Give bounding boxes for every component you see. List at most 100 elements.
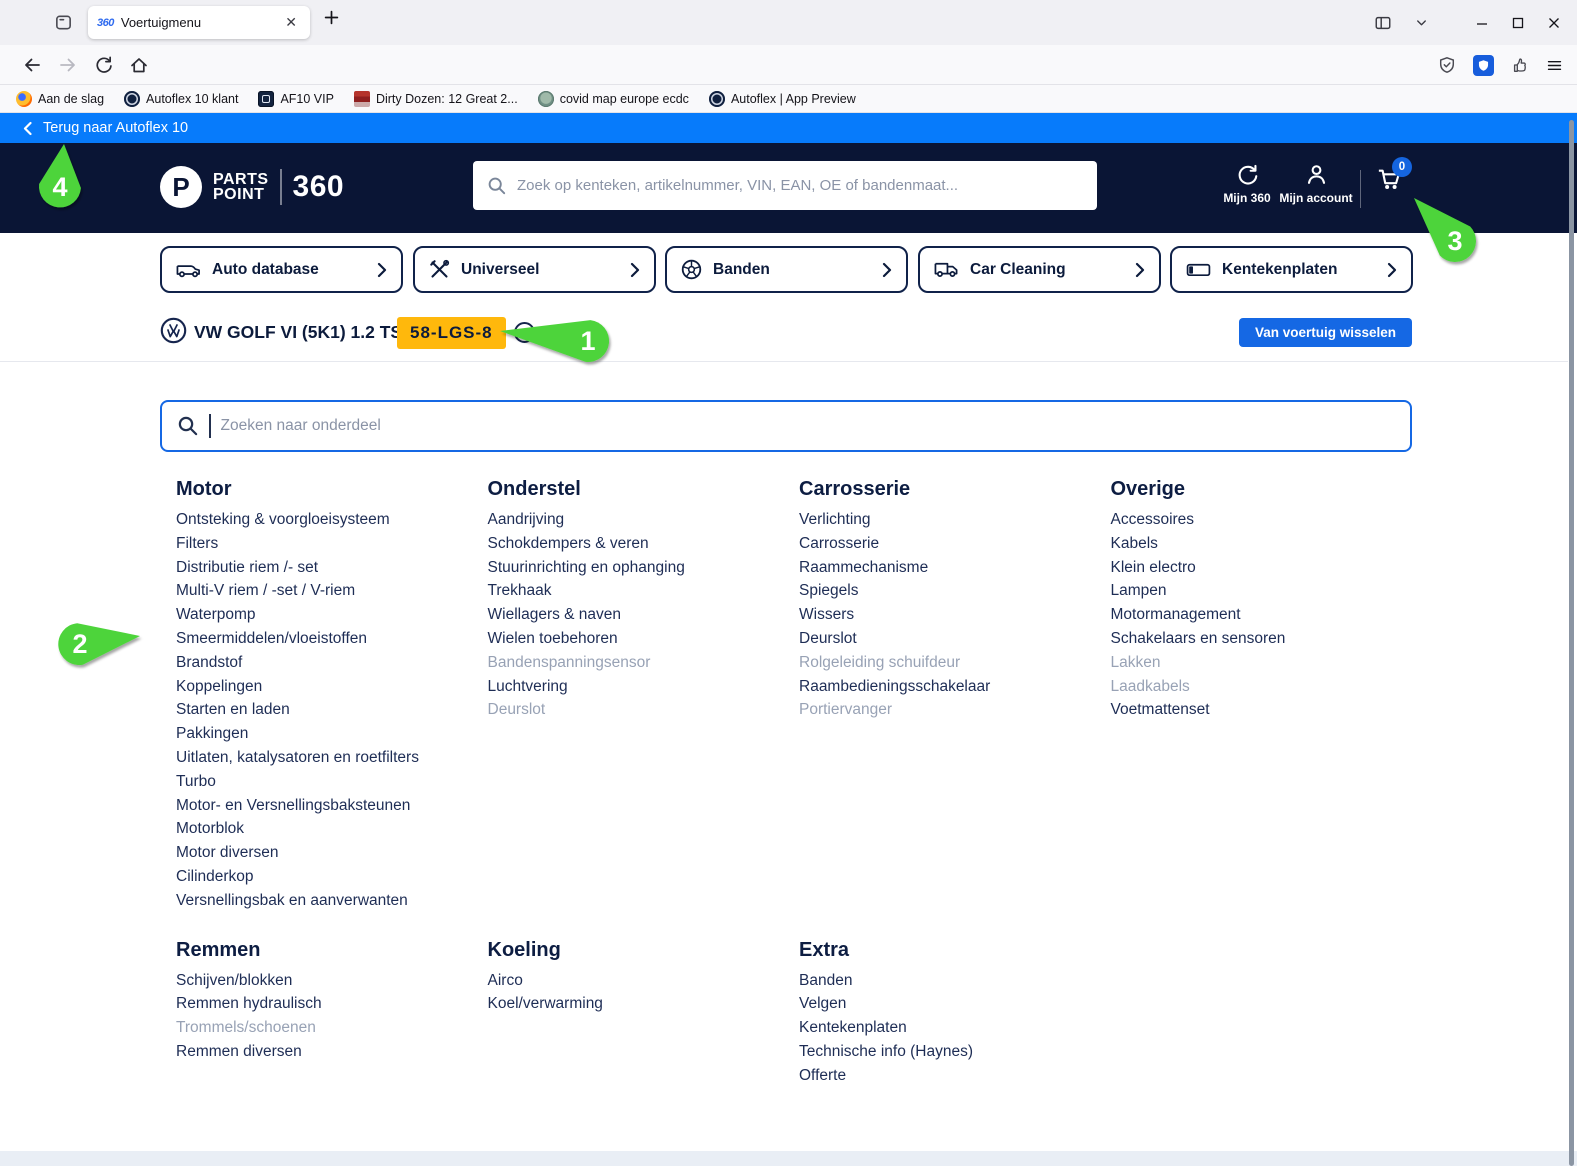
category-item[interactable]: Brandstof (176, 651, 488, 675)
category-item[interactable]: Motor- en Versnellingsbaksteunen (176, 794, 488, 818)
nav-banden-button[interactable]: Banden (665, 246, 908, 293)
vehicle-info-row: VW GOLF VI (5K1) 1.2 TSI 58-LGS-8 Van vo… (160, 317, 1417, 351)
category-item[interactable]: Luchtvering (488, 675, 800, 699)
category-item[interactable]: Pakkingen (176, 722, 488, 746)
category-item[interactable]: Carrosserie (799, 532, 1111, 556)
category-section: OverigeAccessoiresKabelsKlein electroLam… (1111, 478, 1423, 722)
category-item[interactable]: Versnellingsbak en aanverwanten (176, 889, 488, 913)
info-icon[interactable] (514, 322, 535, 343)
category-item[interactable]: Starten en laden (176, 698, 488, 722)
category-item[interactable]: Koppelingen (176, 675, 488, 699)
bookmark-dirty-dozen[interactable]: Dirty Dozen: 12 Great 2... (354, 91, 518, 107)
nav-car-cleaning-button[interactable]: Car Cleaning (918, 246, 1161, 293)
category-title: Carrosserie (799, 478, 1111, 501)
menu-hamburger-icon[interactable] (1546, 57, 1563, 74)
tab-close-icon[interactable]: ✕ (281, 12, 301, 33)
switch-vehicle-button[interactable]: Van voertuig wisselen (1239, 318, 1412, 347)
nav-kentekenplaten-button[interactable]: Kentekenplaten (1170, 246, 1413, 293)
category-item[interactable]: Voetmattenset (1111, 698, 1423, 722)
mijn-account-button[interactable]: Mijn account (1278, 163, 1354, 205)
back-button[interactable] (22, 55, 42, 75)
nav-auto-database-button[interactable]: Auto database (160, 246, 403, 293)
category-item[interactable]: Deurslot (799, 627, 1111, 651)
category-item[interactable]: Airco (488, 969, 800, 993)
category-item[interactable]: Raammechanisme (799, 556, 1111, 580)
forward-button (58, 55, 78, 75)
list-tabs-chevron-icon[interactable] (1414, 15, 1429, 30)
category-item[interactable]: Smeermiddelen/vloeistoffen (176, 627, 488, 651)
category-item[interactable]: Motormanagement (1111, 603, 1423, 627)
category-item[interactable]: Remmen diversen (176, 1040, 488, 1064)
category-item[interactable]: Distributie riem /- set (176, 556, 488, 580)
sidebar-icon[interactable] (1374, 14, 1392, 32)
back-to-autoflex-banner[interactable]: Terug naar Autoflex 10 (0, 113, 1577, 143)
permissions-shield-icon[interactable] (1438, 56, 1456, 74)
category-item[interactable]: Schakelaars en sensoren (1111, 627, 1423, 651)
category-item[interactable]: Schijven/blokken (176, 969, 488, 993)
bookmarks-bar: Aan de slag Autoflex 10 klant AF10 VIP D… (0, 85, 1577, 113)
mijn-360-button[interactable]: Mijn 360 (1209, 163, 1285, 205)
partspoint-logo[interactable]: P PARTSPOINT 360 (160, 166, 344, 208)
bookmark-covid-map[interactable]: covid map europe ecdc (538, 91, 689, 107)
nav-universeel-button[interactable]: Universeel (413, 246, 656, 293)
category-item[interactable]: Remmen hydraulisch (176, 992, 488, 1016)
reload-icon[interactable] (94, 55, 113, 74)
category-item[interactable]: Accessoires (1111, 508, 1423, 532)
category-item[interactable]: Trekhaak (488, 579, 800, 603)
category-item[interactable]: Wielen toebehoren (488, 627, 800, 651)
category-item[interactable]: Multi-V riem / -set / V-riem (176, 579, 488, 603)
category-item[interactable]: Koel/verwarming (488, 992, 800, 1016)
window-close-button[interactable] (1547, 16, 1561, 30)
extension-icon[interactable] (1511, 56, 1529, 74)
category-item[interactable]: Verlichting (799, 508, 1111, 532)
window-minimize-button[interactable] (1475, 16, 1489, 30)
category-item[interactable]: Lampen (1111, 579, 1423, 603)
category-item[interactable]: Aandrijving (488, 508, 800, 532)
category-item[interactable]: Spiegels (799, 579, 1111, 603)
category-section: MotorOntsteking & voorgloeisysteemFilter… (176, 478, 488, 913)
window-maximize-button[interactable] (1511, 16, 1525, 30)
category-item[interactable]: Kentekenplaten (799, 1016, 1111, 1040)
category-item[interactable]: Kabels (1111, 532, 1423, 556)
category-item[interactable]: Raambedieningsschakelaar (799, 675, 1111, 699)
category-item[interactable]: Cilinderkop (176, 865, 488, 889)
back-banner-label: Terug naar Autoflex 10 (43, 120, 188, 136)
vehicle-search-bar[interactable] (473, 161, 1097, 210)
category-item[interactable]: Filters (176, 532, 488, 556)
category-item[interactable]: Technische info (Haynes) (799, 1040, 1111, 1064)
category-item[interactable]: Stuurinrichting en ophanging (488, 556, 800, 580)
category-item[interactable]: Motor diversen (176, 841, 488, 865)
category-item: Rolgeleiding schuifdeur (799, 651, 1111, 675)
category-item[interactable]: Ontsteking & voorgloeisysteem (176, 508, 488, 532)
chevron-right-icon (1135, 262, 1145, 278)
category-item[interactable]: Turbo (176, 770, 488, 794)
category-item[interactable]: Banden (799, 969, 1111, 993)
bookmark-autoflex-klant[interactable]: Autoflex 10 klant (124, 91, 238, 107)
cart-button[interactable]: 0 (1376, 166, 1403, 192)
chevron-right-icon (882, 262, 892, 278)
category-item[interactable]: Waterpomp (176, 603, 488, 627)
category-item[interactable]: Velgen (799, 992, 1111, 1016)
bookmark-aan-de-slag[interactable]: Aan de slag (16, 91, 104, 107)
new-tab-button[interactable] (324, 10, 339, 25)
firefox-view-icon[interactable] (52, 11, 74, 33)
home-icon[interactable] (129, 55, 149, 75)
category-item[interactable]: Uitlaten, katalysatoren en roetfilters (176, 746, 488, 770)
browser-tab[interactable]: 360 Voertuigmenu ✕ (88, 6, 310, 39)
category-item[interactable]: Wiellagers & naven (488, 603, 800, 627)
vehicle-search-input[interactable] (517, 177, 1083, 194)
part-search-input[interactable] (221, 417, 1396, 435)
bookmark-af10-vip[interactable]: AF10 VIP (258, 91, 334, 107)
category-item[interactable]: Offerte (799, 1064, 1111, 1088)
category-item: Deurslot (488, 698, 800, 722)
license-plate-badge[interactable]: 58-LGS-8 (397, 317, 506, 349)
scrollbar-thumb[interactable] (1569, 120, 1574, 1166)
category-item[interactable]: Wissers (799, 603, 1111, 627)
part-search-bar[interactable] (160, 400, 1412, 452)
category-item[interactable]: Schokdempers & veren (488, 532, 800, 556)
category-item[interactable]: Motorblok (176, 817, 488, 841)
category-item[interactable]: Klein electro (1111, 556, 1423, 580)
bookmark-autoflex-preview[interactable]: Autoflex | App Preview (709, 91, 856, 107)
header-divider (1360, 170, 1361, 208)
ublock-shield-icon[interactable] (1473, 55, 1494, 76)
